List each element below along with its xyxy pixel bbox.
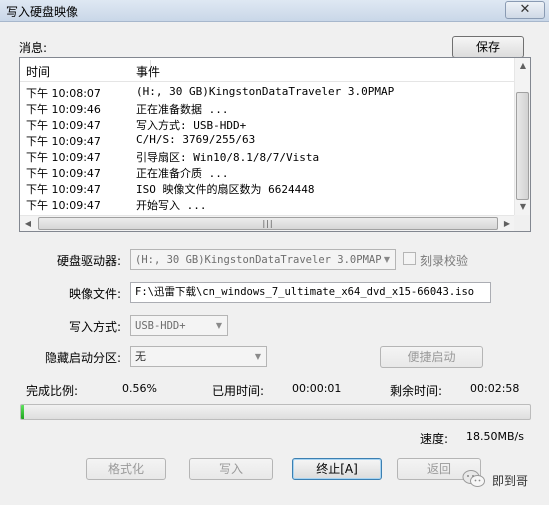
speed-value: 18.50MB/s (466, 430, 524, 443)
close-icon: ✕ (519, 2, 531, 17)
column-header-event[interactable]: 事件 (136, 63, 160, 80)
horizontal-scrollbar[interactable]: ◀ ||| ▶ (20, 215, 515, 231)
scroll-left-icon[interactable]: ◀ (20, 216, 36, 232)
log-event: 引导扇区: Win10/8.1/8/7/Vista (136, 151, 320, 164)
log-event: C/H/S: 3769/255/63 (136, 133, 256, 146)
write-button[interactable]: 写入 (189, 458, 273, 480)
log-row[interactable]: 下午 10:09:47 写入方式: USB-HDD+ (20, 116, 515, 132)
log-event: 开始写入 ... (136, 199, 207, 212)
chevron-down-icon: ▼ (383, 255, 391, 264)
image-file-label: 映像文件: (69, 287, 122, 301)
log-row[interactable]: 下午 10:09:47 开始写入 ... (20, 196, 515, 212)
log-time: 下午 10:09:47 (26, 199, 101, 212)
log-rows: 下午 10:08:07 (H:, 30 GB)KingstonDataTravel… (20, 84, 515, 212)
stop-button[interactable]: 终止[A] (292, 458, 382, 480)
log-row[interactable]: 下午 10:09:47 引导扇区: Win10/8.1/8/7/Vista (20, 148, 515, 164)
log-row[interactable]: 下午 10:09:46 正在准备数据 ... (20, 100, 515, 116)
elapsed-value: 00:00:01 (292, 382, 342, 395)
scrollbar-corner (514, 215, 530, 231)
progress-label: 完成比例: (26, 384, 79, 398)
progress-fill (21, 405, 24, 419)
write-mode-value: USB-HDD+ (135, 320, 186, 332)
drive-label: 硬盘驱动器: (57, 254, 122, 268)
remaining-value: 00:02:58 (470, 382, 520, 395)
drive-select-value: (H:, 30 GB)KingstonDataTraveler 3.0PMAP (135, 254, 382, 266)
log-row[interactable]: 下午 10:09:47 C/H/S: 3769/255/63 (20, 132, 515, 148)
chevron-down-icon: ▼ (254, 352, 262, 361)
chevron-down-icon: ▼ (215, 321, 223, 330)
watermark: 即到哥 (462, 469, 538, 491)
speed-label: 速度: (420, 432, 449, 446)
scroll-up-icon[interactable]: ▲ (515, 58, 531, 74)
remaining-label: 剩余时间: (390, 384, 443, 398)
log-event: ISO 映像文件的扇区数为 6624448 (136, 183, 315, 196)
log-header: 时间 事件 (20, 58, 515, 82)
verify-label: 刻录校验 (420, 254, 469, 268)
log-time: 下午 10:09:47 (26, 135, 101, 148)
log-time: 下午 10:09:47 (26, 183, 101, 196)
message-log[interactable]: 时间 事件 下午 10:08:07 (H:, 30 GB)KingstonData… (19, 57, 531, 232)
title-bar: 写入硬盘映像 ✕ (0, 0, 549, 22)
image-file-field[interactable]: F:\迅雷下载\cn_windows_7_ultimate_x64_dvd_x1… (130, 282, 491, 303)
close-button[interactable]: ✕ (505, 1, 545, 19)
log-row[interactable]: 下午 10:09:47 正在准备介质 ... (20, 164, 515, 180)
log-time: 下午 10:09:47 (26, 119, 101, 132)
horizontal-scroll-thumb[interactable]: ||| (38, 217, 498, 230)
hidden-partition-select[interactable]: 无 ▼ (130, 346, 267, 367)
vertical-scroll-thumb[interactable] (516, 92, 529, 200)
progress-value: 0.56% (122, 382, 157, 395)
hidden-partition-label: 隐藏启动分区: (45, 351, 122, 365)
log-event: 写入方式: USB-HDD+ (136, 119, 247, 132)
log-event: (H:, 30 GB)KingstonDataTraveler 3.0PMAP (136, 85, 395, 98)
window-title: 写入硬盘映像 (6, 5, 79, 19)
messages-label: 消息: (19, 41, 48, 55)
wechat-icon (462, 470, 485, 487)
log-event: 正在准备数据 ... (136, 103, 229, 116)
log-time: 下午 10:09:47 (26, 151, 101, 164)
scroll-right-icon[interactable]: ▶ (499, 216, 515, 232)
scroll-down-icon[interactable]: ▼ (515, 199, 531, 215)
log-time: 下午 10:08:07 (26, 87, 101, 100)
column-header-time[interactable]: 时间 (26, 63, 50, 80)
log-row[interactable]: 下午 10:08:07 (H:, 30 GB)KingstonDataTravel… (20, 84, 515, 100)
drive-select[interactable]: (H:, 30 GB)KingstonDataTraveler 3.0PMAP … (130, 249, 396, 270)
quick-boot-button[interactable]: 便捷启动 (380, 346, 483, 368)
vertical-scrollbar[interactable]: ▲ ▼ (514, 58, 530, 215)
format-button[interactable]: 格式化 (86, 458, 166, 480)
log-row[interactable]: 下午 10:09:47 ISO 映像文件的扇区数为 6624448 (20, 180, 515, 196)
log-time: 下午 10:09:47 (26, 167, 101, 180)
elapsed-label: 已用时间: (212, 384, 265, 398)
write-mode-label: 写入方式: (69, 320, 122, 334)
verify-checkbox[interactable] (403, 252, 416, 265)
hidden-partition-value: 无 (135, 350, 146, 363)
log-event: 正在准备介质 ... (136, 167, 229, 180)
write-mode-select[interactable]: USB-HDD+ ▼ (130, 315, 228, 336)
grip-icon: ||| (262, 219, 274, 228)
log-time: 下午 10:09:46 (26, 103, 101, 116)
save-button[interactable]: 保存 (452, 36, 524, 58)
watermark-text: 即到哥 (492, 474, 529, 488)
progress-bar (20, 404, 531, 420)
